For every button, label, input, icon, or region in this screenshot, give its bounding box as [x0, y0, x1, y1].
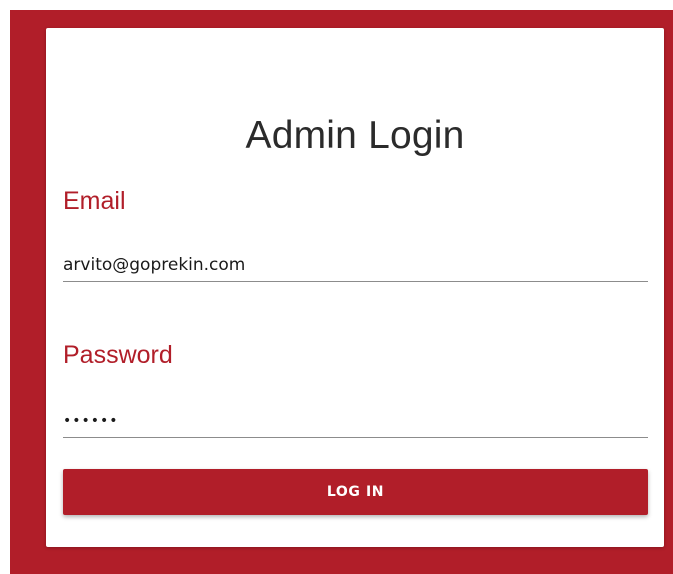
login-card: Admin Login Email Password LOG IN: [46, 28, 664, 547]
page-title: Admin Login: [245, 114, 465, 157]
email-label: Email: [63, 187, 126, 215]
password-label: Password: [63, 341, 173, 369]
email-field[interactable]: [63, 248, 648, 282]
page-background: Admin Login Email Password LOG IN: [10, 10, 673, 574]
login-button[interactable]: LOG IN: [63, 469, 648, 515]
password-field[interactable]: [63, 404, 648, 438]
